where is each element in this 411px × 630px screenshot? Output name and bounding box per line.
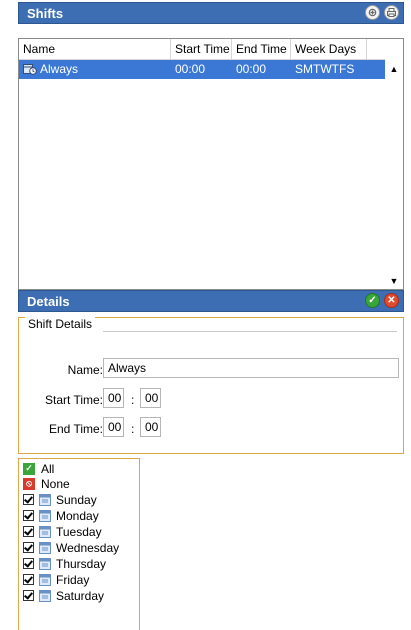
day-checkbox[interactable] bbox=[23, 494, 34, 505]
column-header-name[interactable]: Name bbox=[19, 39, 171, 59]
select-all-item[interactable]: ✓ All bbox=[23, 461, 54, 476]
week-days-checklist[interactable]: ✓ All ⦸ None Sunday Monday Tuesday Wedne… bbox=[18, 458, 140, 630]
table-header-row: Name Start Time End Time Week Days bbox=[19, 39, 385, 60]
end-hour-field[interactable]: 00 bbox=[103, 417, 124, 437]
add-shift-icon[interactable] bbox=[365, 5, 380, 20]
shifts-title: Shifts bbox=[27, 6, 64, 21]
scroll-up-arrow-icon[interactable]: ▲ bbox=[386, 61, 402, 77]
start-time-label: Start Time: bbox=[44, 393, 103, 407]
details-panel-header: Details ✓ ✕ bbox=[18, 290, 404, 312]
day-checkbox[interactable] bbox=[23, 542, 34, 553]
legend-divider bbox=[103, 331, 397, 332]
row-week-days: SMTWTFS bbox=[295, 62, 355, 76]
day-label: Saturday bbox=[56, 588, 105, 603]
shift-clock-icon bbox=[23, 63, 37, 75]
column-header-end-time[interactable]: End Time bbox=[232, 39, 291, 59]
start-time-separator: : bbox=[131, 393, 135, 407]
start-hour-field[interactable]: 00 bbox=[103, 388, 124, 408]
calendar-icon bbox=[39, 525, 51, 538]
row-end-time: 00:00 bbox=[236, 62, 267, 76]
end-time-separator: : bbox=[131, 422, 135, 436]
column-header-week-days[interactable]: Week Days bbox=[291, 39, 367, 59]
day-label: Friday bbox=[56, 572, 90, 587]
save-icon[interactable]: ✓ bbox=[365, 293, 380, 308]
day-item-saturday[interactable]: Saturday bbox=[23, 588, 104, 603]
day-label: Wednesday bbox=[56, 540, 120, 555]
day-item-thursday[interactable]: Thursday bbox=[23, 556, 106, 571]
shift-details-group: Shift Details Name: Always Start Time: 0… bbox=[18, 317, 404, 454]
end-time-label: End Time: bbox=[48, 422, 103, 436]
shifts-table[interactable]: Name Start Time End Time Week Days Alway… bbox=[18, 38, 404, 290]
day-checkbox[interactable] bbox=[23, 558, 34, 569]
column-header-start-time[interactable]: Start Time bbox=[171, 39, 232, 59]
calendar-icon bbox=[39, 573, 51, 586]
shift-details-legend: Shift Details bbox=[25, 317, 96, 331]
day-checkbox[interactable] bbox=[23, 590, 34, 601]
day-label: Sunday bbox=[56, 492, 97, 507]
calendar-icon bbox=[39, 541, 51, 554]
check-all-icon: ✓ bbox=[23, 462, 35, 475]
day-item-monday[interactable]: Monday bbox=[23, 508, 99, 523]
calendar-icon bbox=[39, 557, 51, 570]
cancel-icon[interactable]: ✕ bbox=[384, 293, 399, 308]
name-label: Name: bbox=[67, 363, 103, 377]
calendar-icon bbox=[39, 509, 51, 522]
day-item-wednesday[interactable]: Wednesday bbox=[23, 540, 119, 555]
day-item-friday[interactable]: Friday bbox=[23, 572, 89, 587]
select-none-item[interactable]: ⦸ None bbox=[23, 476, 70, 491]
scroll-down-arrow-icon[interactable]: ▼ bbox=[386, 273, 402, 289]
print-icon[interactable] bbox=[384, 5, 399, 20]
day-label: Thursday bbox=[56, 556, 107, 571]
day-item-sunday[interactable]: Sunday bbox=[23, 492, 97, 507]
select-all-label: All bbox=[41, 461, 55, 476]
row-name-cell: Always bbox=[19, 60, 171, 79]
table-row[interactable]: Always 00:00 00:00 SMTWTFS bbox=[19, 60, 385, 79]
select-none-label: None bbox=[41, 476, 70, 491]
vertical-scrollbar[interactable]: ▲ ▼ bbox=[386, 61, 402, 289]
row-start-time: 00:00 bbox=[175, 62, 206, 76]
details-title: Details bbox=[27, 294, 70, 309]
start-minute-field[interactable]: 00 bbox=[140, 388, 161, 408]
shifts-panel-header: Shifts bbox=[18, 2, 404, 24]
day-checkbox[interactable] bbox=[23, 574, 34, 585]
uncheck-all-icon: ⦸ bbox=[23, 477, 35, 490]
name-field[interactable]: Always bbox=[103, 358, 399, 378]
end-minute-field[interactable]: 00 bbox=[140, 417, 161, 437]
calendar-icon bbox=[39, 589, 51, 602]
day-checkbox[interactable] bbox=[23, 526, 34, 537]
day-label: Tuesday bbox=[56, 524, 102, 539]
calendar-icon bbox=[39, 493, 51, 506]
row-name: Always bbox=[40, 62, 79, 76]
day-label: Monday bbox=[56, 508, 99, 523]
day-item-tuesday[interactable]: Tuesday bbox=[23, 524, 102, 539]
day-checkbox[interactable] bbox=[23, 510, 34, 521]
